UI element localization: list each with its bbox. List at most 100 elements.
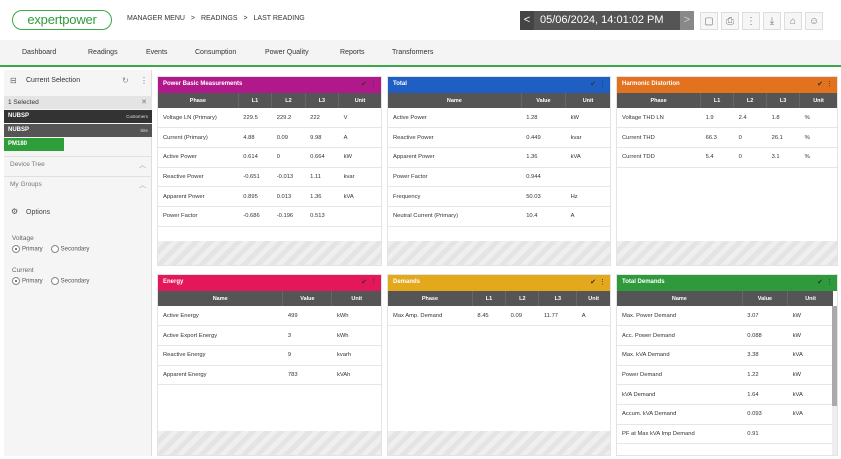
my-groups-label: My Groups	[10, 181, 42, 188]
chart-icon[interactable]: ✔	[590, 80, 596, 88]
column-header: L3	[538, 291, 578, 306]
chart-icon[interactable]: ✔	[817, 278, 823, 286]
column-header: Value	[521, 93, 567, 108]
cell-value: 229.2	[271, 108, 306, 129]
row-label: Power Factor	[158, 206, 239, 227]
more-icon[interactable]: ⋮	[742, 12, 760, 30]
tree-item-device[interactable]: PM180	[4, 138, 64, 151]
home-icon[interactable]: ⌂	[784, 12, 802, 30]
row-label: kVA Demand	[617, 384, 743, 405]
cell-value: 0.093	[742, 404, 788, 425]
device-tree-link[interactable]: Device Tree ︿	[4, 156, 152, 172]
chart-icon[interactable]: ✔	[361, 278, 367, 286]
more-icon[interactable]: ⋮	[370, 278, 377, 286]
table-row: Current (Primary) 4.88 0.09 9.98 A	[158, 127, 381, 148]
current-secondary-radio[interactable]	[50, 277, 59, 285]
table-row: Accum. kVA Demand 0.093 kVA	[617, 404, 833, 425]
file-icon[interactable]: ▢	[700, 12, 718, 30]
refresh-icon[interactable]: ↻	[122, 76, 129, 85]
more-icon[interactable]: ⋮	[826, 278, 833, 286]
row-label: PF at Max kVA Imp Demand	[617, 424, 743, 445]
breadcrumb-last-reading: LAST READING	[253, 15, 305, 22]
row-label: Max Amp. Demand	[388, 306, 473, 327]
cell-value: 0.944	[521, 167, 566, 188]
nav-readings[interactable]: Readings	[88, 49, 118, 56]
column-header: Phase	[158, 93, 239, 108]
current-primary-radio[interactable]	[12, 277, 20, 285]
chart-icon[interactable]: ✔	[817, 80, 823, 88]
date-navigator: < 05/06/2024, 14:01:02 PM >	[520, 11, 694, 30]
cell-value: kVA	[338, 186, 381, 207]
breadcrumb-separator: >	[190, 15, 195, 22]
cell-value: %	[799, 108, 837, 129]
device-tree-label: Device Tree	[10, 161, 45, 168]
breadcrumb-readings[interactable]: READINGS	[201, 15, 238, 22]
chart-icon[interactable]: ✔	[361, 80, 367, 88]
next-date-button[interactable]: >	[680, 11, 694, 30]
user-icon[interactable]: ☺	[805, 12, 823, 30]
breadcrumb-separator: >	[243, 15, 248, 22]
nav-consumption[interactable]: Consumption	[195, 49, 236, 56]
table-row: Voltage LN (Primary) 229.5 229.2 222 V	[158, 108, 381, 129]
voltage-primary-radio[interactable]	[12, 245, 20, 253]
more-icon[interactable]: ⋮	[826, 80, 833, 88]
column-header: Unit	[338, 93, 381, 108]
tree-item-customer[interactable]: NUBSP Customers	[4, 110, 152, 123]
more-icon[interactable]: ⋮	[370, 80, 377, 88]
more-icon[interactable]: ⋮	[599, 80, 606, 88]
cell-value: 0.664	[305, 147, 339, 168]
my-groups-link[interactable]: My Groups ︿	[4, 176, 152, 192]
row-label: Reactive Power	[158, 167, 239, 188]
chart-icon[interactable]: ✔	[590, 278, 596, 286]
current-option-group: Current Primary Secondary	[12, 267, 152, 285]
cell-value: 0	[733, 147, 767, 168]
toolbar-icons: ▢ ⎙ ⋮ ⤓ ⌂ ☺	[700, 12, 826, 30]
expertpower-logo[interactable]: expertpower	[12, 10, 112, 30]
cell-value: 3.38	[742, 345, 788, 366]
cell-value: A	[565, 206, 610, 227]
row-label: Power Factor	[388, 167, 522, 188]
nav-reports[interactable]: Reports	[340, 49, 365, 56]
cell-value: 50.03	[521, 186, 566, 207]
cell-value: kVA	[565, 147, 610, 168]
breadcrumb-manager-menu[interactable]: MANAGER MENU	[127, 15, 185, 22]
table-row: Active Export Energy 3 kWh	[158, 325, 381, 346]
voltage-secondary-radio[interactable]	[50, 245, 59, 253]
nav-dashboard[interactable]: Dashboard	[22, 49, 56, 56]
column-header: Value	[742, 291, 789, 306]
cell-value: 0.614	[238, 147, 272, 168]
date-display[interactable]: 05/06/2024, 14:01:02 PM	[540, 11, 664, 30]
panel-header: Demands ✔ ⋮	[388, 275, 610, 291]
column-header: L1	[700, 93, 735, 108]
nav-power-quality[interactable]: Power Quality	[265, 49, 309, 56]
nav-events[interactable]: Events	[146, 49, 167, 56]
total-demands-table: Name Value Unit Max. Power Demand 3.07 kW A…	[617, 291, 833, 445]
panel-basic-measurements: Power Basic Measurements ✔ ⋮ Phase L1 L2…	[157, 76, 382, 266]
nav-transformers[interactable]: Transformers	[392, 49, 433, 56]
more-icon[interactable]: ⋮	[140, 76, 148, 85]
cell-value: kWh	[331, 306, 381, 327]
scrollbar-thumb[interactable]	[832, 306, 837, 406]
download-icon[interactable]: ⤓	[763, 12, 781, 30]
column-header: Value	[282, 291, 333, 306]
energy-table: Name Value Unit Active Energy 499 kWh Activ…	[158, 291, 381, 386]
cell-value: 0.449	[521, 127, 566, 148]
table-row: Voltage THD LN 1.9 2.4 1.8%	[617, 108, 837, 129]
cell-value: 1.8	[766, 108, 800, 129]
previous-date-button[interactable]: <	[520, 11, 534, 30]
table-row: Acc. Power Demand 0.088 kW	[617, 325, 833, 346]
table-row: Apparent Energy 783 kVAh	[158, 365, 381, 386]
table-row: Reactive Energy 9 kvarh	[158, 345, 381, 366]
column-header: L1	[238, 93, 273, 108]
tree-item-site[interactable]: NUBSP Site	[4, 124, 152, 137]
print-icon[interactable]: ⎙	[721, 12, 739, 30]
panel-title: Energy	[163, 279, 184, 285]
cell-value: kW	[787, 306, 833, 327]
more-icon[interactable]: ⋮	[599, 278, 606, 286]
column-header: L3	[766, 93, 801, 108]
cell-value: kVA	[787, 384, 833, 405]
clear-selection-icon[interactable]: ✕	[141, 98, 147, 106]
options-title: Options	[26, 209, 51, 216]
cell-value: 783	[282, 365, 332, 386]
column-header: Unit	[576, 291, 610, 306]
